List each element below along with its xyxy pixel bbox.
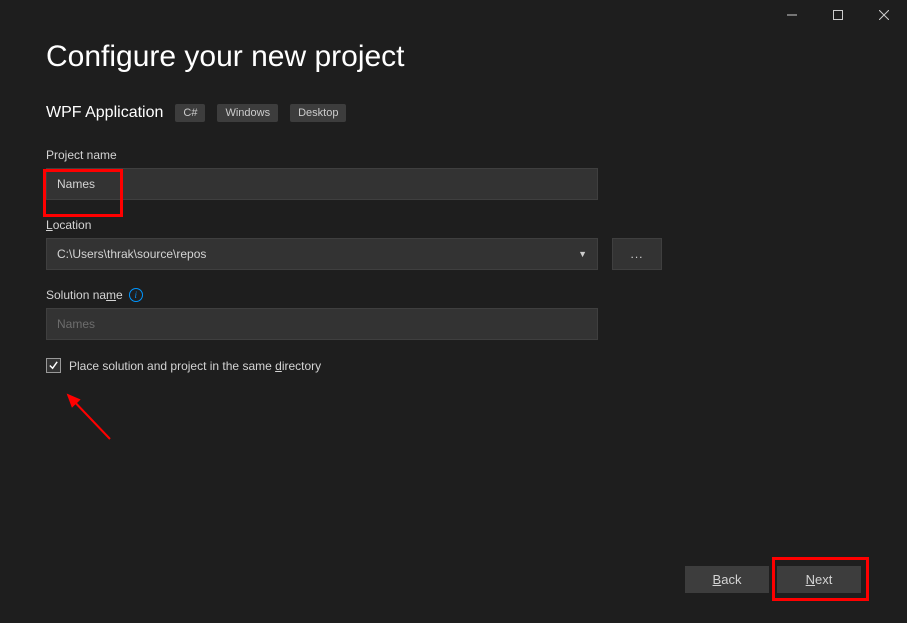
back-button[interactable]: Back [685,566,769,593]
template-row: WPF Application C# Windows Desktop [46,104,861,122]
next-button[interactable]: Next [777,566,861,593]
solution-name-input[interactable] [46,308,598,340]
solution-name-label: Solution name i [46,288,861,302]
tag-windows: Windows [217,104,278,122]
project-name-label: Project name [46,148,861,162]
same-directory-label: Place solution and project in the same d… [69,359,321,373]
browse-button[interactable]: ... [612,238,662,270]
annotation-arrow [62,391,122,451]
maximize-button[interactable] [815,0,861,30]
maximize-icon [833,10,843,20]
template-name: WPF Application [46,104,163,122]
close-icon [879,10,889,20]
tag-desktop: Desktop [290,104,346,122]
info-icon[interactable]: i [129,288,143,302]
checkmark-icon [48,360,59,371]
same-directory-checkbox[interactable] [46,358,61,373]
footer-buttons: Back Next [685,566,861,593]
close-button[interactable] [861,0,907,30]
chevron-down-icon: ▼ [578,249,587,259]
location-label: Location [46,218,861,232]
tag-csharp: C# [175,104,205,122]
page-title: Configure your new project [46,40,861,74]
minimize-icon [787,10,797,20]
location-combo[interactable]: C:\Users\thrak\source\repos ▼ [46,238,598,270]
minimize-button[interactable] [769,0,815,30]
window-titlebar [769,0,907,30]
location-value: C:\Users\thrak\source\repos [57,247,206,261]
project-name-input[interactable] [46,168,598,200]
